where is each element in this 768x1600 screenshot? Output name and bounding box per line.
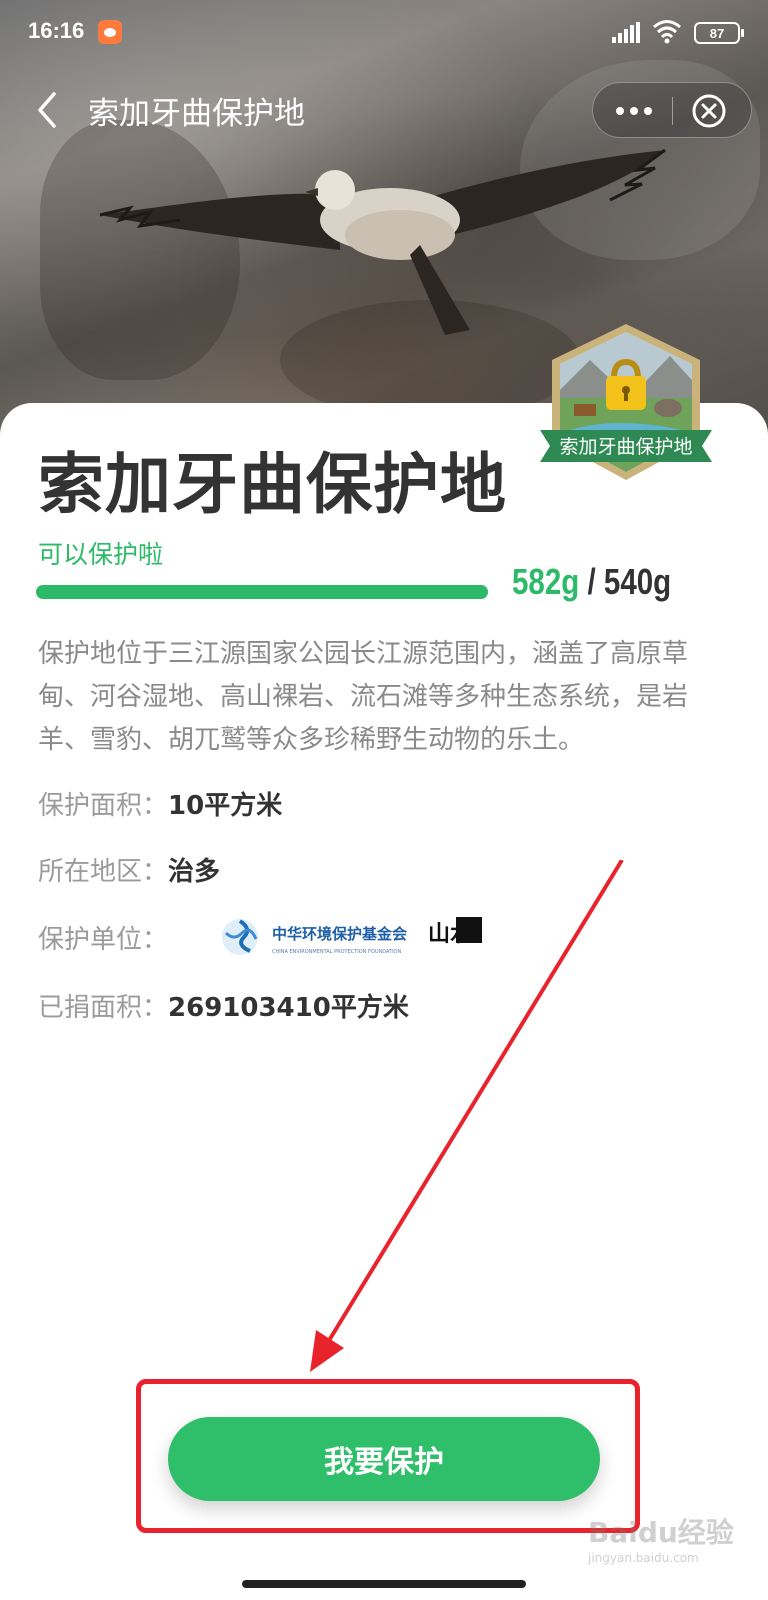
energy-progress-bar <box>36 585 488 599</box>
status-bar: 16:16 87 <box>0 0 768 64</box>
region-label: 所在地区： <box>38 857 169 887</box>
energy-progress-fill <box>36 585 488 599</box>
info-row-region: 所在地区：治多 <box>38 851 220 888</box>
navigation-bar: 索加牙曲保护地 <box>0 68 768 152</box>
reserve-title: 索加牙曲保护地 <box>38 446 507 523</box>
energy-current: 582g <box>512 561 580 602</box>
baidu-watermark: Baidu经验 jingyan.baidu.com <box>588 1516 734 1565</box>
foundation-logo-icon <box>222 919 258 955</box>
info-row-area: 保护面积：10平方米 <box>38 785 282 822</box>
bearded-vulture-image <box>99 148 666 335</box>
reserve-badge: 索加牙曲保护地 <box>540 324 712 480</box>
close-icon[interactable] <box>691 93 727 129</box>
battery-icon: 87 <box>694 22 744 44</box>
home-indicator[interactable] <box>242 1580 526 1588</box>
annotation-highlight-box <box>136 1379 640 1533</box>
badge-label: 索加牙曲保护地 <box>559 436 692 458</box>
back-icon[interactable] <box>30 88 66 132</box>
watermark-text: Baidu经验 <box>588 1516 734 1549</box>
wifi-icon <box>653 20 681 44</box>
status-time: 16:16 <box>28 18 85 43</box>
protection-status-label: 可以保护啦 <box>38 540 164 569</box>
energy-progress-text: 582g / 540g <box>512 561 671 603</box>
area-value: 10平方米 <box>168 791 283 821</box>
battery-level: 87 <box>709 25 725 41</box>
donated-label: 已捐面积： <box>38 993 169 1023</box>
watermark-url: jingyan.baidu.com <box>588 1551 699 1565</box>
reserve-description: 保护地位于三江源国家公园长江源范围内，涵盖了高原草甸、河谷湿地、高山裸岩、流石滩… <box>38 639 689 755</box>
app-notification-icon <box>98 20 122 44</box>
nav-title: 索加牙曲保护地 <box>88 96 305 132</box>
area-label: 保护面积： <box>38 791 169 821</box>
mini-program-capsule <box>592 82 752 138</box>
energy-target: 540g <box>603 561 672 602</box>
region-value: 治多 <box>168 857 221 887</box>
more-icon[interactable] <box>611 97 657 125</box>
capsule-divider <box>672 97 673 125</box>
organization-label: 保护单位： <box>38 925 169 955</box>
info-row-organization: 保护单位： 中华环境保护基金会 CHINA ENVIRONMENTAL PROT… <box>38 917 482 956</box>
signal-icon <box>612 22 640 43</box>
energy-separator: / <box>579 561 604 602</box>
annotation-arrow <box>310 860 624 1372</box>
